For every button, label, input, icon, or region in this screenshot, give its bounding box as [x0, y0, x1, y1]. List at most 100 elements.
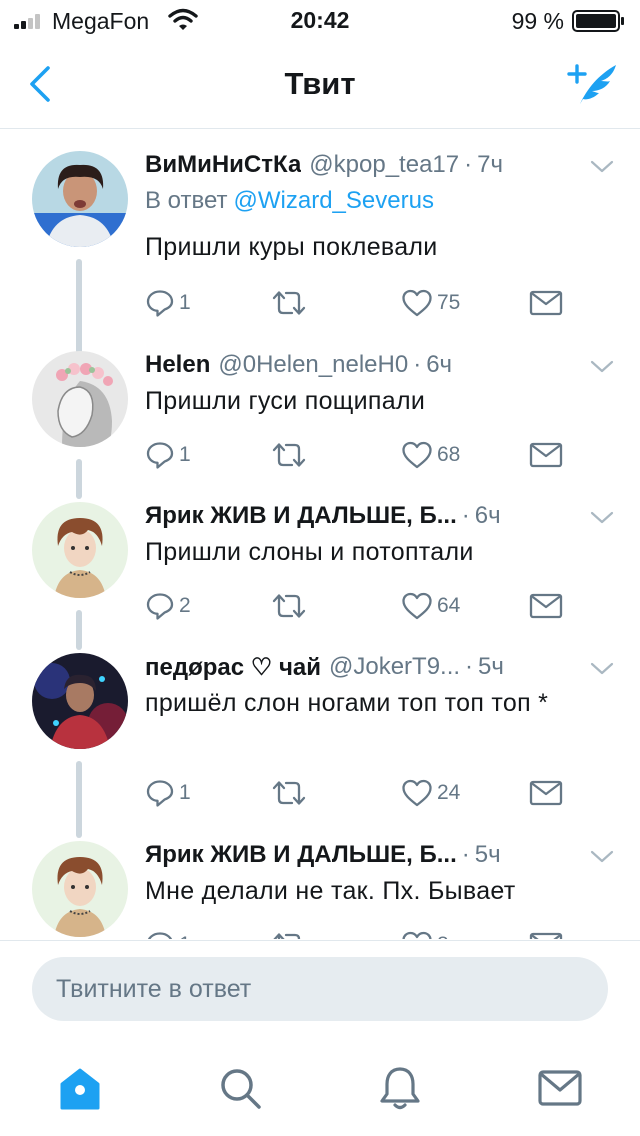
battery-percent: 99 %	[511, 8, 564, 34]
share-dm-button[interactable]	[529, 927, 563, 939]
user-name[interactable]: ВиМиНиСтКа	[145, 151, 301, 185]
avatar[interactable]	[32, 151, 128, 247]
like-button[interactable]: 75	[401, 285, 460, 321]
thread-line	[76, 259, 82, 361]
tweet-header: педøрас ♡ чай @JokerT9... · 5ч	[145, 653, 590, 687]
search-icon[interactable]	[216, 1064, 264, 1112]
tweet-item[interactable]: Ярик ЖИВ И ДАЛЬШЕ, Б... · 5ч Мне делали …	[0, 841, 640, 939]
like-heart-icon	[401, 288, 433, 318]
user-handle[interactable]: @kpop_tea17	[309, 151, 459, 185]
like-button[interactable]: 8	[401, 927, 449, 939]
like-count: 8	[437, 933, 449, 939]
chevron-down-icon[interactable]	[590, 510, 614, 526]
chevron-down-icon[interactable]	[590, 849, 614, 865]
reply-mention-link[interactable]: @Wizard_Severus	[234, 187, 434, 214]
tweet-text: пришёл слон ногами топ топ топ *	[145, 689, 549, 717]
compose-tweet-icon[interactable]	[566, 60, 620, 108]
like-button[interactable]: 68	[401, 437, 460, 473]
reply-icon	[145, 591, 175, 621]
chevron-down-icon[interactable]	[590, 661, 614, 677]
chevron-down-icon[interactable]	[590, 359, 614, 375]
retweet-icon	[271, 778, 307, 808]
user-handle[interactable]: @JokerT9...	[329, 653, 460, 687]
direct-message-icon	[529, 779, 563, 807]
retweet-button[interactable]	[271, 927, 311, 939]
replies-timeline[interactable]: ВиМиНиСтКа @kpop_tea17 · 7ч В ответ @Wiza…	[0, 129, 640, 939]
user-name[interactable]: Ярик ЖИВ И ДАЛЬШЕ, Б...	[145, 502, 457, 536]
share-dm-button[interactable]	[529, 588, 563, 624]
like-heart-icon	[401, 591, 433, 621]
battery-icon	[572, 10, 624, 32]
tweet-item[interactable]: педøрас ♡ чай @JokerT9... · 5ч пришёл сл…	[0, 653, 640, 838]
tweet-time: 7ч	[477, 151, 503, 178]
retweet-icon	[271, 288, 307, 318]
reply-composer-bar	[0, 940, 640, 1041]
messages-envelope-icon[interactable]	[536, 1064, 584, 1112]
avatar[interactable]	[32, 351, 128, 447]
reply-button[interactable]: 1	[145, 775, 191, 811]
thread-line	[76, 761, 82, 838]
reply-button[interactable]: 1	[145, 285, 191, 321]
retweet-button[interactable]	[271, 437, 311, 473]
reply-to-line: В ответ @Wizard_Severus	[145, 187, 434, 215]
share-dm-button[interactable]	[529, 437, 563, 473]
page-title: Твит	[284, 66, 356, 101]
tweet-header: ВиМиНиСтКа @kpop_tea17 · 7ч	[145, 151, 590, 185]
tweet-time: 5ч	[474, 841, 501, 868]
tweet-time: 5ч	[478, 653, 504, 680]
direct-message-icon	[529, 592, 563, 620]
like-count: 68	[437, 443, 461, 466]
avatar[interactable]	[32, 841, 128, 937]
retweet-button[interactable]	[271, 285, 311, 321]
reply-input[interactable]	[32, 957, 608, 1021]
share-dm-button[interactable]	[529, 285, 563, 321]
bottom-tab-bar	[0, 1040, 640, 1136]
avatar-image	[32, 841, 128, 937]
reply-icon	[145, 288, 175, 318]
tweet-text: Пришли куры поклевали	[145, 233, 438, 261]
like-count: 75	[437, 291, 461, 314]
reply-icon	[145, 440, 175, 470]
avatar[interactable]	[32, 653, 128, 749]
avatar[interactable]	[32, 502, 128, 598]
reply-button[interactable]: 1	[145, 437, 191, 473]
tweet-actions: 2 64	[145, 588, 575, 624]
reply-button[interactable]: 2	[145, 588, 191, 624]
tweet-time: 6ч	[426, 351, 453, 378]
tweet-text: Мне делали не так. Пх. Бывает	[145, 877, 516, 905]
avatar-image	[32, 502, 128, 598]
retweet-icon	[271, 591, 307, 621]
notifications-bell-icon[interactable]	[376, 1064, 424, 1112]
thread-line	[76, 610, 82, 650]
user-handle[interactable]: @0Helen_neleH0	[218, 351, 408, 385]
like-button[interactable]: 24	[401, 775, 460, 811]
user-name[interactable]: педøрас ♡ чай	[145, 653, 321, 687]
tweet-item[interactable]: Helen @0Helen_neleH0 · 6ч Пришли гуси по…	[0, 351, 640, 499]
direct-message-icon	[529, 931, 563, 939]
like-heart-icon	[401, 930, 433, 939]
share-dm-button[interactable]	[529, 775, 563, 811]
avatar-image	[32, 653, 128, 749]
tweet-actions: 1 24	[145, 775, 575, 811]
avatar-image	[32, 151, 128, 247]
navigation-bar: Твит	[0, 40, 640, 129]
reply-button[interactable]: 1	[145, 927, 191, 939]
retweet-button[interactable]	[271, 588, 311, 624]
reply-count: 1	[179, 291, 191, 314]
reply-to-label: В ответ	[145, 187, 228, 214]
direct-message-icon	[529, 289, 563, 317]
user-name[interactable]: Helen	[145, 351, 210, 385]
chevron-down-icon[interactable]	[590, 159, 614, 175]
tweet-item[interactable]: ВиМиНиСтКа @kpop_tea17 · 7ч В ответ @Wiza…	[0, 151, 640, 361]
like-button[interactable]: 64	[401, 588, 460, 624]
reply-icon	[145, 778, 175, 808]
tweet-item[interactable]: Ярик ЖИВ И ДАЛЬШЕ, Б... · 6ч Пришли слон…	[0, 502, 640, 650]
home-icon[interactable]	[56, 1064, 104, 1112]
reply-count: 2	[179, 594, 191, 617]
retweet-button[interactable]	[271, 775, 311, 811]
like-heart-icon	[401, 440, 433, 470]
user-name[interactable]: Ярик ЖИВ И ДАЛЬШЕ, Б...	[145, 841, 457, 875]
direct-message-icon	[529, 441, 563, 469]
thread-line	[76, 459, 82, 499]
tweet-text: Пришли слоны и потоптали	[145, 538, 474, 566]
